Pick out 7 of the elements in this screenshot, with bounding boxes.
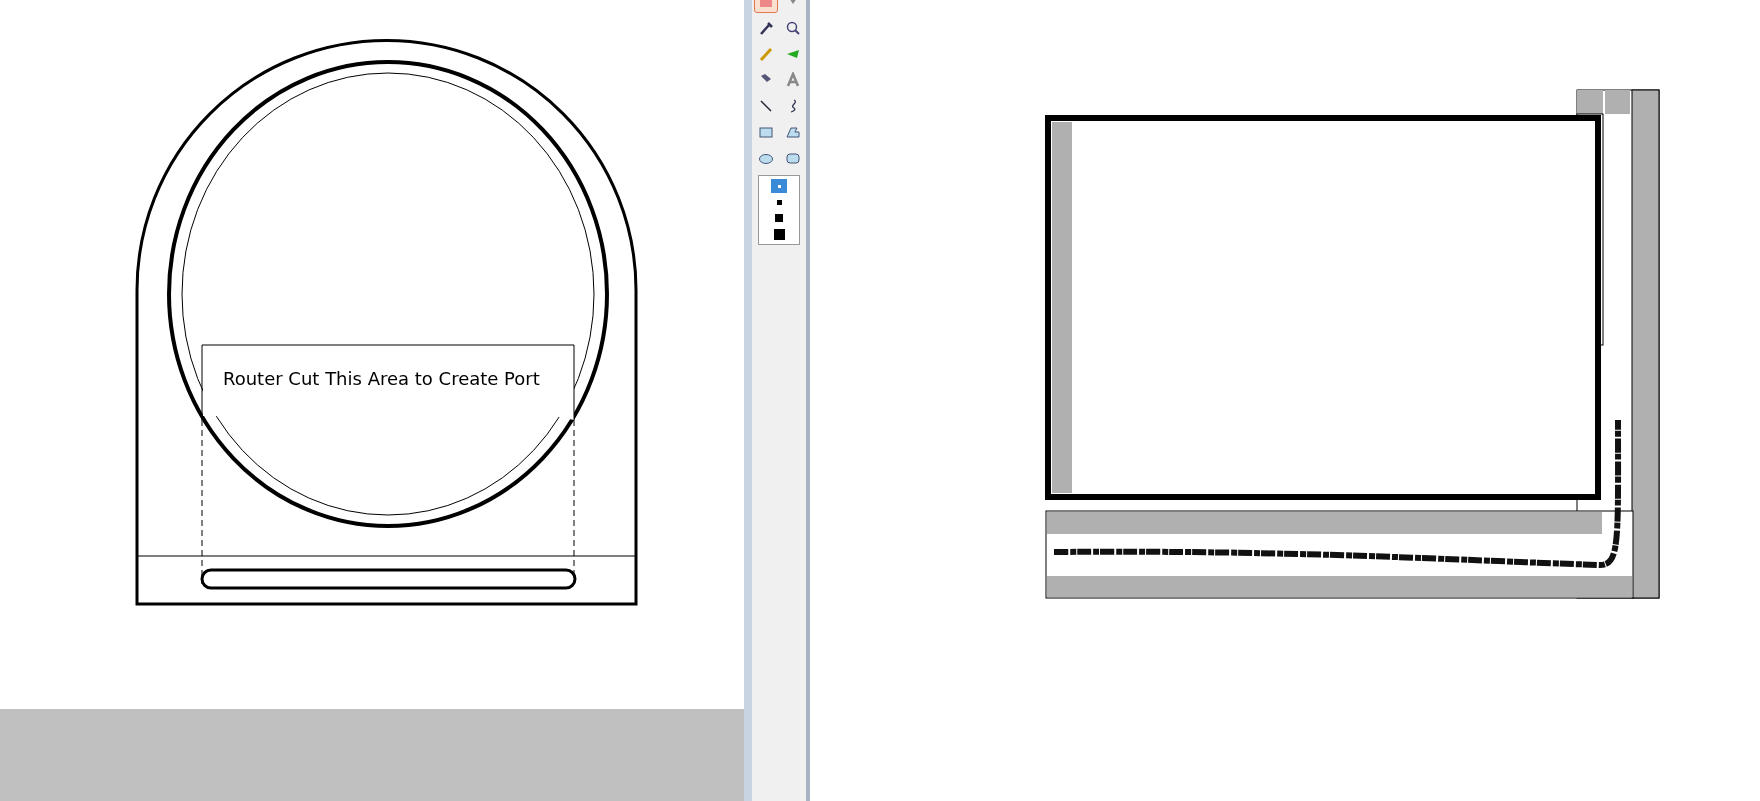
line-icon xyxy=(757,97,774,114)
drawing-label: Router Cut This Area to Create Port xyxy=(223,368,540,389)
text-tool-icon xyxy=(784,71,801,88)
line-width-option[interactable] xyxy=(771,227,787,241)
pencil-icon xyxy=(757,45,774,62)
eyedropper-icon xyxy=(757,19,774,36)
magnifier-icon xyxy=(784,19,801,36)
